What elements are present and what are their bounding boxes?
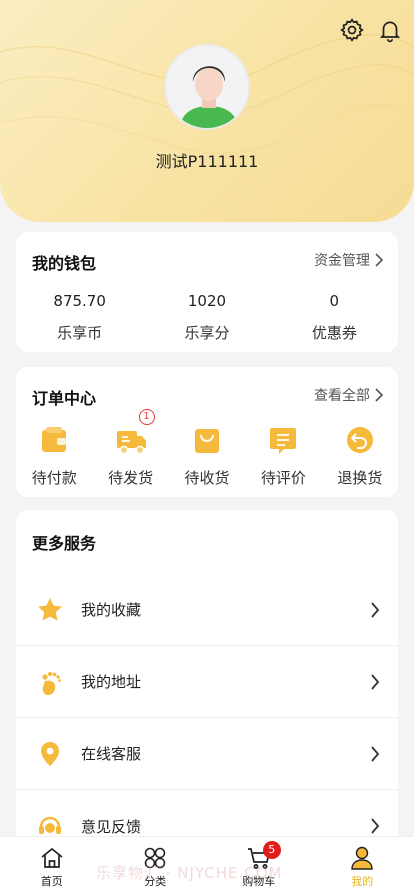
order-returns[interactable]: 退换货 <box>322 423 398 488</box>
chevron-right-icon <box>375 253 384 267</box>
username: 测试P111111 <box>155 152 259 171</box>
view-all-orders-link[interactable]: 查看全部 <box>314 385 384 405</box>
wallet-label: 优惠券 <box>311 324 357 342</box>
services-card: 更多服务 我的收藏 我的地址 在线客服 意见反馈 <box>16 510 398 840</box>
order-title: 订单中心 <box>32 389 97 408</box>
bell-icon <box>379 21 401 43</box>
order-label: 待评价 <box>260 469 306 487</box>
service-label: 在线客服 <box>81 745 142 763</box>
chevron-right-icon <box>371 745 380 762</box>
wallet-value: 0 <box>329 292 340 310</box>
service-favorites[interactable]: 我的收藏 <box>16 574 398 646</box>
fund-management-link[interactable]: 资金管理 <box>314 250 384 270</box>
watermark: 乐享物汇 · NJYCHE.COM <box>96 864 283 882</box>
wallet-card: 我的钱包 资金管理 875.70 乐享币 1020 乐享分 0 优惠券 <box>16 232 398 352</box>
avatar-person-icon <box>166 46 248 128</box>
tab-label: 我的 <box>351 875 374 888</box>
service-address[interactable]: 我的地址 <box>16 646 398 718</box>
user-icon <box>351 846 373 870</box>
tab-mine[interactable]: 我的 <box>311 837 414 896</box>
wallet-item-points[interactable]: 1020 乐享分 <box>143 292 270 343</box>
cart-badge: 5 <box>262 841 281 859</box>
services-title: 更多服务 <box>32 534 97 553</box>
service-label: 我的收藏 <box>81 601 142 619</box>
return-icon <box>346 427 373 453</box>
order-card: 订单中心 查看全部 待付款 1 待发货 待收货 待评价 退换货 <box>16 367 398 497</box>
chevron-right-icon <box>371 601 380 618</box>
order-label: 退换货 <box>337 469 383 487</box>
order-label: 待发货 <box>108 469 154 487</box>
truck-icon <box>116 431 146 455</box>
order-pending-payment[interactable]: 待付款 <box>16 423 92 488</box>
footprint-icon <box>42 671 61 695</box>
view-all-label: 查看全部 <box>314 388 370 404</box>
location-pin-icon <box>41 741 59 766</box>
order-pending-shipment[interactable]: 1 待发货 <box>92 409 168 488</box>
wallet-title: 我的钱包 <box>32 254 97 273</box>
avatar[interactable] <box>164 44 250 130</box>
star-icon <box>38 597 62 620</box>
order-pending-review[interactable]: 待评价 <box>245 423 321 488</box>
wallet-value: 1020 <box>187 292 227 310</box>
order-pending-receipt[interactable]: 待收货 <box>169 423 245 488</box>
wallet-label: 乐享分 <box>184 324 230 342</box>
notification-button[interactable] <box>376 16 404 44</box>
settings-button[interactable] <box>338 16 366 44</box>
gear-icon <box>340 18 364 42</box>
wallet-icon <box>42 427 67 452</box>
wallet-label: 乐享币 <box>57 324 103 342</box>
order-badge: 1 <box>138 409 155 425</box>
wallet-item-coins[interactable]: 875.70 乐享币 <box>16 292 143 343</box>
service-label: 我的地址 <box>81 673 142 691</box>
wallet-item-coupons[interactable]: 0 优惠券 <box>271 292 398 343</box>
tab-label: 首页 <box>40 875 63 888</box>
order-label: 待收货 <box>184 469 230 487</box>
fund-management-label: 资金管理 <box>314 253 370 269</box>
home-icon <box>41 847 63 868</box>
chevron-right-icon <box>371 818 380 834</box>
chevron-right-icon <box>371 673 380 690</box>
service-online-support[interactable]: 在线客服 <box>16 718 398 790</box>
wallet-value: 875.70 <box>53 292 106 310</box>
comment-icon <box>270 428 297 454</box>
bag-icon <box>195 429 220 453</box>
service-label: 意见反馈 <box>81 817 142 836</box>
tab-home[interactable]: 首页 <box>0 837 104 896</box>
order-label: 待付款 <box>31 469 77 487</box>
chevron-right-icon <box>375 388 384 402</box>
